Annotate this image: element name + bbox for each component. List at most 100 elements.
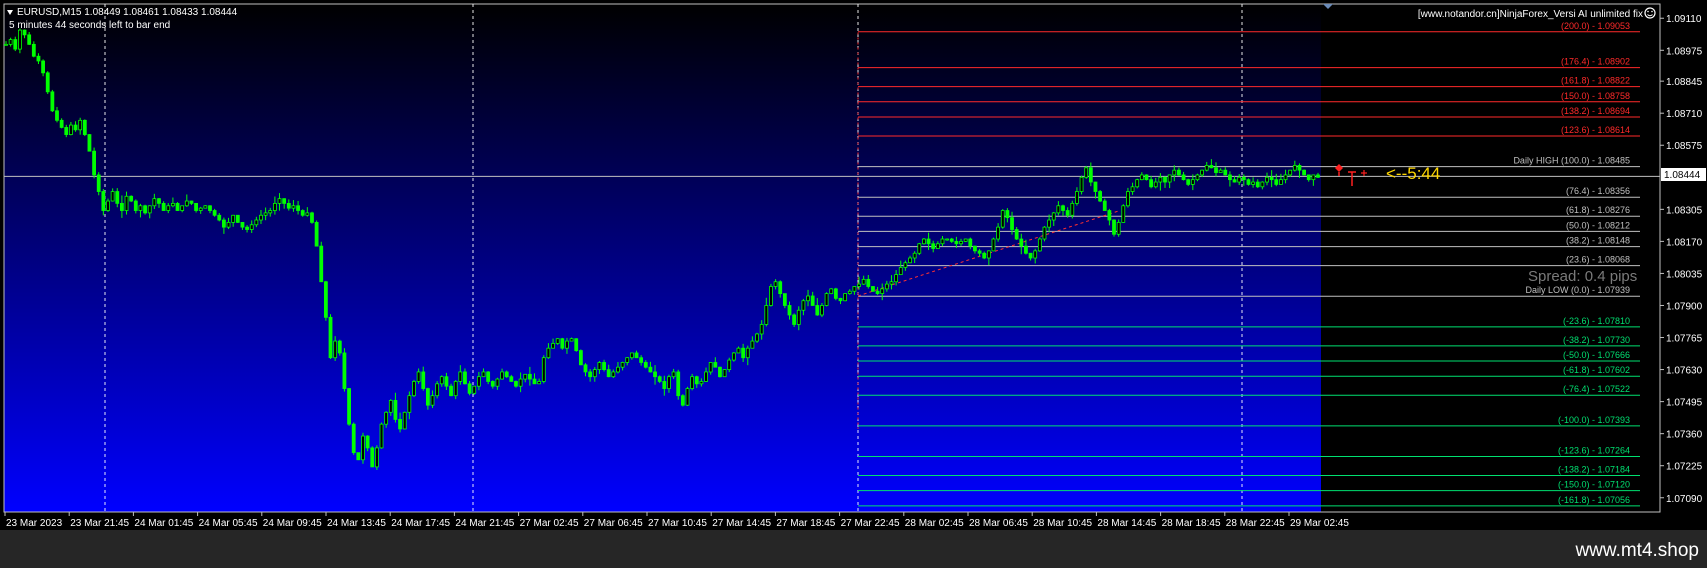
candle-body	[912, 252, 917, 259]
candle-body	[574, 338, 579, 351]
fib-level-label: (200.0) - 1.09053	[1561, 21, 1630, 31]
candle-body	[73, 124, 78, 131]
candle-body	[671, 371, 676, 378]
candle-body	[435, 383, 440, 397]
candle-body	[1130, 186, 1135, 192]
candle-body	[1149, 179, 1154, 188]
time-tick-label: 29 Mar 02:45	[1290, 518, 1349, 529]
candle-body	[1200, 169, 1204, 176]
candle-body	[1088, 167, 1093, 183]
time-tick-label: 24 Mar 09:45	[263, 518, 322, 529]
candle-body	[764, 305, 769, 325]
candle-body	[170, 203, 175, 207]
candle-body	[583, 364, 588, 373]
candle-body	[203, 205, 208, 209]
candle-body	[903, 262, 908, 268]
candle-body	[333, 340, 338, 359]
candle-body	[648, 366, 653, 373]
time-tick-label: 27 Mar 22:45	[841, 518, 900, 529]
candle-body	[36, 55, 41, 62]
candle-body	[291, 205, 296, 209]
candle-body	[59, 119, 64, 128]
candle-body	[388, 400, 393, 413]
price-tick-label: 1.07630	[1666, 366, 1703, 377]
candle-body	[1153, 181, 1158, 188]
candle-body	[578, 350, 583, 366]
candle-body	[486, 371, 491, 382]
time-tick-label: 23 Mar 21:45	[70, 518, 129, 529]
candle-body	[773, 281, 778, 287]
candle-body	[212, 210, 217, 216]
candle-body	[806, 295, 810, 302]
candle-body	[898, 267, 903, 276]
candle-body	[676, 371, 681, 397]
candle-body	[1167, 174, 1172, 183]
candle-body	[620, 362, 625, 368]
candle-body	[1163, 176, 1167, 183]
candle-body	[685, 388, 690, 406]
time-tick-label: 28 Mar 06:45	[969, 518, 1028, 529]
candle-body	[713, 362, 718, 368]
candle-body	[361, 435, 365, 461]
candle-body	[175, 203, 180, 211]
mt4-chart[interactable]: (200.0) - 1.09053 (176.4) - 1.08902 (161.8…	[0, 0, 1707, 568]
candle-body	[653, 371, 657, 378]
candle-body	[268, 210, 273, 214]
candle-body	[917, 243, 922, 254]
candle-body	[1283, 174, 1288, 181]
candle-body	[634, 352, 639, 359]
candle-body	[945, 238, 950, 241]
candle-body	[1260, 181, 1265, 188]
candle-body	[1190, 179, 1195, 185]
candle-body	[555, 338, 560, 344]
candle-body	[1042, 226, 1047, 240]
candle-body	[282, 198, 287, 204]
candle-body	[815, 305, 820, 316]
fib-level-label: (-50.0) - 1.07666	[1563, 350, 1630, 360]
fib-level-label: (-76.4) - 1.07522	[1563, 384, 1630, 394]
candle-body	[64, 127, 69, 135]
candle-body	[694, 376, 699, 385]
candle-body	[852, 286, 857, 292]
price-tick-label: 1.08035	[1666, 269, 1703, 280]
candle-body	[310, 212, 314, 223]
candle-body	[379, 423, 384, 449]
candle-body	[699, 381, 704, 385]
candle-body	[973, 245, 977, 252]
time-tick-label: 24 Mar 21:45	[455, 518, 514, 529]
candle-body	[991, 238, 996, 252]
candle-body	[1144, 174, 1149, 181]
candle-body	[374, 447, 379, 468]
candle-body	[106, 200, 110, 211]
candle-body	[829, 288, 834, 295]
candle-body	[147, 205, 152, 214]
fib-level-label: (150.0) - 1.08758	[1561, 91, 1630, 101]
candle-body	[384, 411, 389, 425]
candle-body	[430, 395, 435, 406]
candle-body	[787, 305, 792, 316]
candle-body	[541, 357, 546, 382]
time-tick-label: 28 Mar 22:45	[1226, 518, 1285, 529]
candle-body	[370, 447, 375, 468]
fib-level-label: Daily HIGH (100.0) - 1.08485	[1513, 156, 1630, 166]
candle-body	[643, 362, 648, 368]
candle-body	[843, 293, 848, 302]
candle-body	[18, 29, 22, 50]
time-tick-label: 24 Mar 13:45	[327, 518, 386, 529]
candle-body	[1107, 210, 1112, 221]
candle-body	[1005, 210, 1010, 219]
bottom-bar	[0, 530, 1707, 568]
candle-body	[750, 340, 755, 349]
candle-body	[1102, 200, 1107, 211]
candle-body	[602, 362, 606, 370]
candle-body	[221, 219, 226, 228]
candle-body	[504, 371, 509, 378]
candle-body	[908, 257, 912, 264]
candle-body	[425, 388, 430, 406]
candle-body	[949, 238, 954, 242]
candle-body	[560, 338, 565, 349]
candle-body	[523, 373, 528, 380]
symbol-info: EURUSD,M15 1.08449 1.08461 1.08433 1.084…	[17, 7, 238, 18]
candle-body	[1186, 179, 1191, 185]
price-tick-label: 1.08170	[1666, 237, 1703, 248]
